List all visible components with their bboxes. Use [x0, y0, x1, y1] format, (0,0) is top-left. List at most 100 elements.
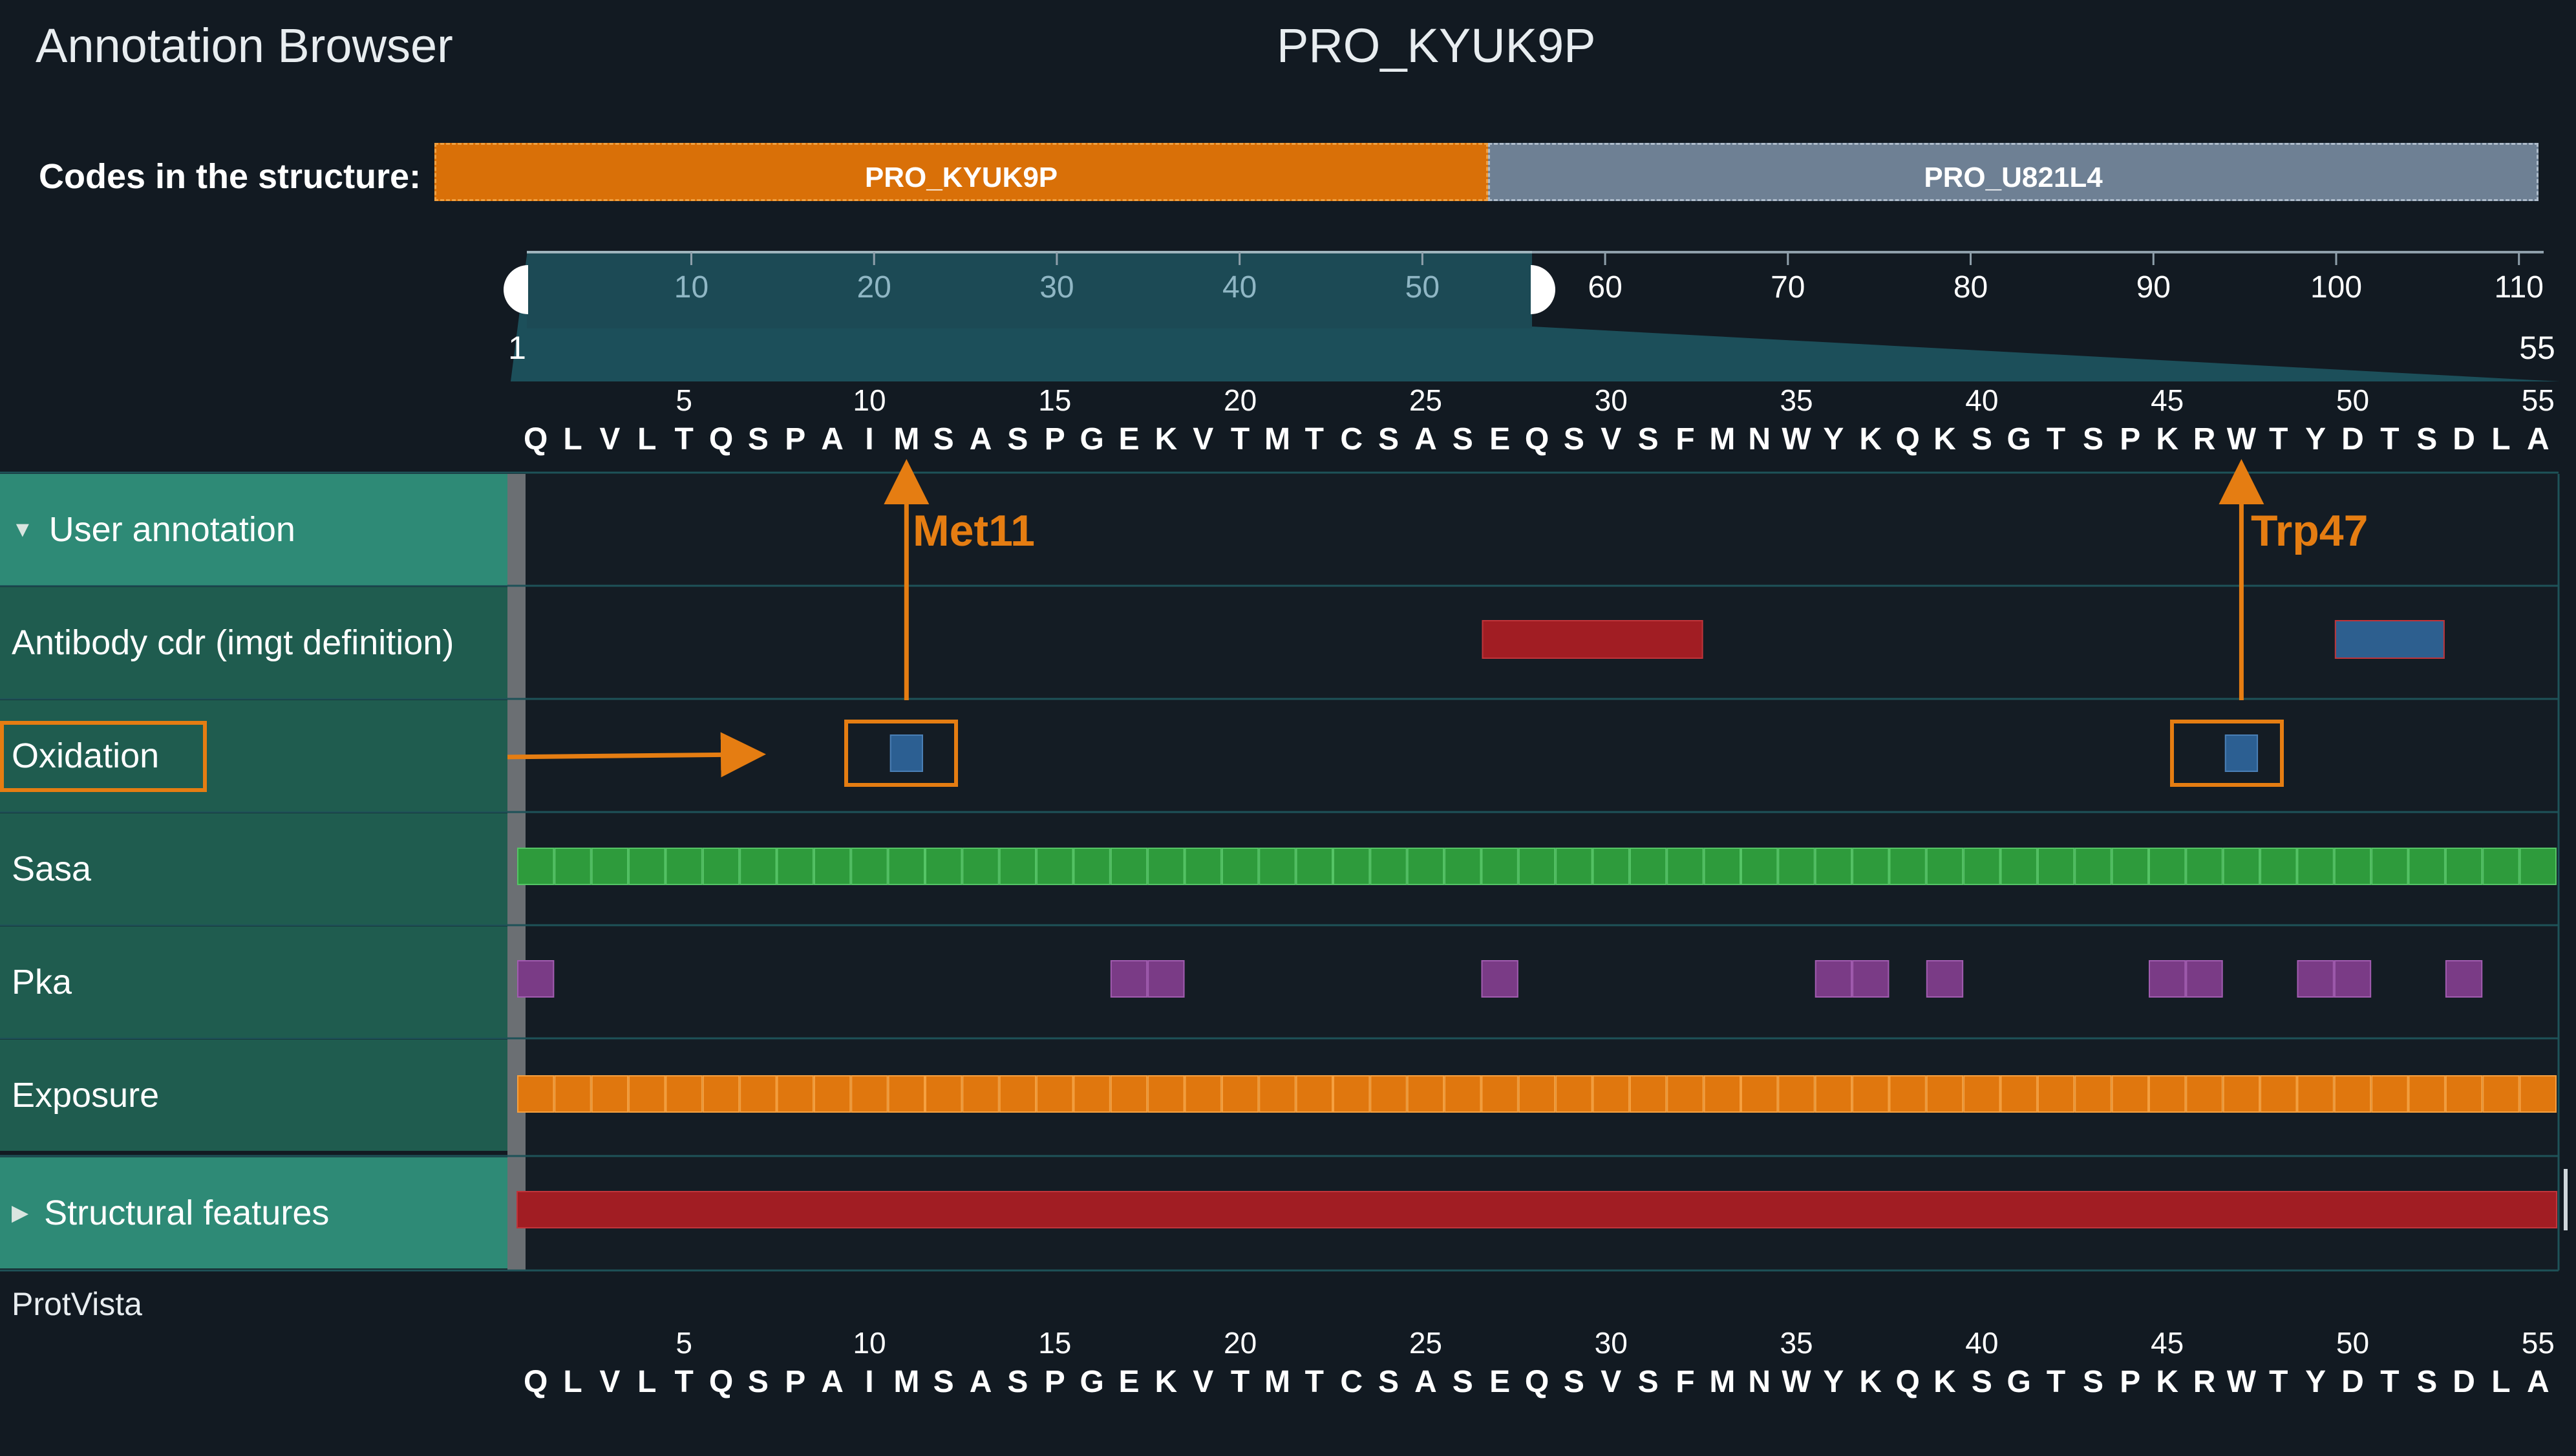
seq-top-residue: N — [1748, 422, 1771, 456]
exposure-feature — [2408, 1075, 2445, 1113]
trp47-highlight-box — [2170, 720, 2284, 787]
sasa-feature — [888, 848, 925, 885]
seq-bottom-residue: E — [1118, 1365, 1139, 1399]
ruler-tick-label: 70 — [1771, 270, 1805, 305]
seq-bottom-residue: K — [1933, 1365, 1956, 1399]
sasa-feature — [2222, 848, 2261, 885]
sasa-feature — [1852, 848, 1889, 885]
exposure-feature — [1666, 1075, 1704, 1113]
sasa-feature — [813, 848, 851, 885]
seq-top-residue: C — [1340, 422, 1363, 456]
seq-top-residue: K — [1933, 422, 1956, 456]
seq-top-residue: Q — [709, 422, 733, 456]
seq-top-residue: V — [599, 422, 620, 456]
seq-top-residue: L — [2491, 422, 2510, 456]
code-chip-label: PRO_KYUK9P — [864, 162, 1058, 193]
seq-top-residue: S — [1972, 422, 1992, 456]
sasa-feature — [2519, 848, 2557, 885]
exposure-feature — [2519, 1075, 2557, 1113]
antibody-cdr-feature — [2334, 620, 2445, 659]
seq-top-residue: S — [1007, 422, 1028, 456]
seq-bottom-residue: V — [1193, 1365, 1213, 1399]
ruler-tick-label: 90 — [2136, 270, 2171, 305]
sasa-feature — [1926, 848, 1964, 885]
exposure-feature — [1407, 1075, 1445, 1113]
exposure-feature — [1815, 1075, 1853, 1113]
seq-bottom-residue: Y — [1823, 1365, 1844, 1399]
sasa-feature — [2000, 848, 2038, 885]
seq-top-residue: Y — [1823, 422, 1844, 456]
seq-top-residue: S — [933, 422, 954, 456]
seq-top-residue: S — [748, 422, 769, 456]
sasa-feature — [1592, 848, 1630, 885]
range-start-label: 1 — [508, 330, 526, 366]
seq-top-residue: S — [1453, 422, 1473, 456]
sasa-feature — [1666, 848, 1704, 885]
ruler-tick-label: 60 — [1588, 270, 1622, 305]
exposure-feature — [2186, 1075, 2223, 1113]
track-pka[interactable]: Pka — [0, 926, 507, 1038]
ruler-tick-label: 20 — [857, 270, 891, 305]
sasa-feature — [1147, 848, 1185, 885]
seq-top-position-label: 5 — [676, 383, 692, 417]
seq-top-residue: P — [2120, 422, 2140, 456]
seq-top-position-label: 40 — [1965, 383, 1998, 417]
seq-top-position-label: 10 — [853, 383, 886, 417]
exposure-feature — [776, 1075, 814, 1113]
section-structural-features[interactable]: ▶ Structural features — [0, 1157, 507, 1269]
structure-title: PRO_KYUK9P — [1277, 19, 1596, 72]
exposure-feature — [1444, 1075, 1482, 1113]
seq-top-residue: S — [1564, 422, 1584, 456]
row-label-text: Structural features — [44, 1194, 330, 1232]
exposure-feature — [1184, 1075, 1222, 1113]
exposure-feature — [1703, 1075, 1741, 1113]
seq-top-residue: A — [821, 422, 844, 456]
section-user-annotation[interactable]: ▼ User annotation — [0, 474, 507, 585]
seq-top-residue: S — [2416, 422, 2437, 456]
sasa-feature — [1073, 848, 1111, 885]
seq-bottom-residue: F — [1676, 1365, 1694, 1399]
sasa-feature — [2037, 848, 2075, 885]
seq-bottom-residue: T — [1231, 1365, 1250, 1399]
seq-bottom-residue: I — [865, 1365, 873, 1399]
ruler-tick-label: 100 — [2310, 270, 2362, 305]
range-end-label: 55 — [2519, 330, 2555, 366]
seq-top-residue: T — [2380, 422, 2399, 456]
sasa-feature — [1963, 848, 2001, 885]
seq-bottom-residue: A — [2527, 1365, 2549, 1399]
seq-top-position-label: 15 — [1038, 383, 1071, 417]
exposure-feature — [2445, 1075, 2483, 1113]
sasa-feature — [1555, 848, 1593, 885]
sasa-feature — [517, 848, 555, 885]
sasa-feature — [628, 848, 666, 885]
seq-bottom-residue: V — [1601, 1365, 1621, 1399]
exposure-feature — [1221, 1075, 1259, 1113]
seq-top-residue: A — [970, 422, 992, 456]
ruler-tick-label: 110 — [2494, 270, 2544, 305]
track-sasa[interactable]: Sasa — [0, 813, 507, 925]
sasa-feature — [740, 848, 777, 885]
seq-top-residue: Y — [2305, 422, 2326, 456]
code-chip-pro-u821l4[interactable]: PRO_U821L4 — [1488, 143, 2539, 201]
seq-bottom-residue: Q — [709, 1365, 733, 1399]
seq-bottom-position-label: 15 — [1038, 1326, 1071, 1360]
ruler-tick-label: 50 — [1405, 270, 1440, 305]
code-chip-pro-kyuk9p[interactable]: PRO_KYUK9P — [434, 143, 1488, 201]
seq-top-position-label: 35 — [1780, 383, 1813, 417]
seq-top-residue: M — [893, 422, 919, 456]
seq-bottom-residue: G — [2007, 1365, 2031, 1399]
seq-top-residue: T — [2047, 422, 2065, 456]
seq-top-residue: G — [2007, 422, 2031, 456]
seq-top-residue: T — [1231, 422, 1250, 456]
seq-bottom-residue: S — [2416, 1365, 2437, 1399]
seq-bottom-residue: T — [674, 1365, 693, 1399]
exposure-feature — [962, 1075, 999, 1113]
seq-bottom-residue: S — [1564, 1365, 1584, 1399]
pka-feature — [2445, 960, 2483, 998]
sasa-feature — [1444, 848, 1482, 885]
exposure-feature — [2260, 1075, 2297, 1113]
seq-bottom-residue: E — [1489, 1365, 1510, 1399]
track-antibody-cdr[interactable]: Antibody cdr (imgt definition) — [0, 587, 507, 698]
seq-bottom-position-label: 25 — [1409, 1326, 1442, 1360]
track-exposure[interactable]: Exposure — [0, 1040, 507, 1151]
